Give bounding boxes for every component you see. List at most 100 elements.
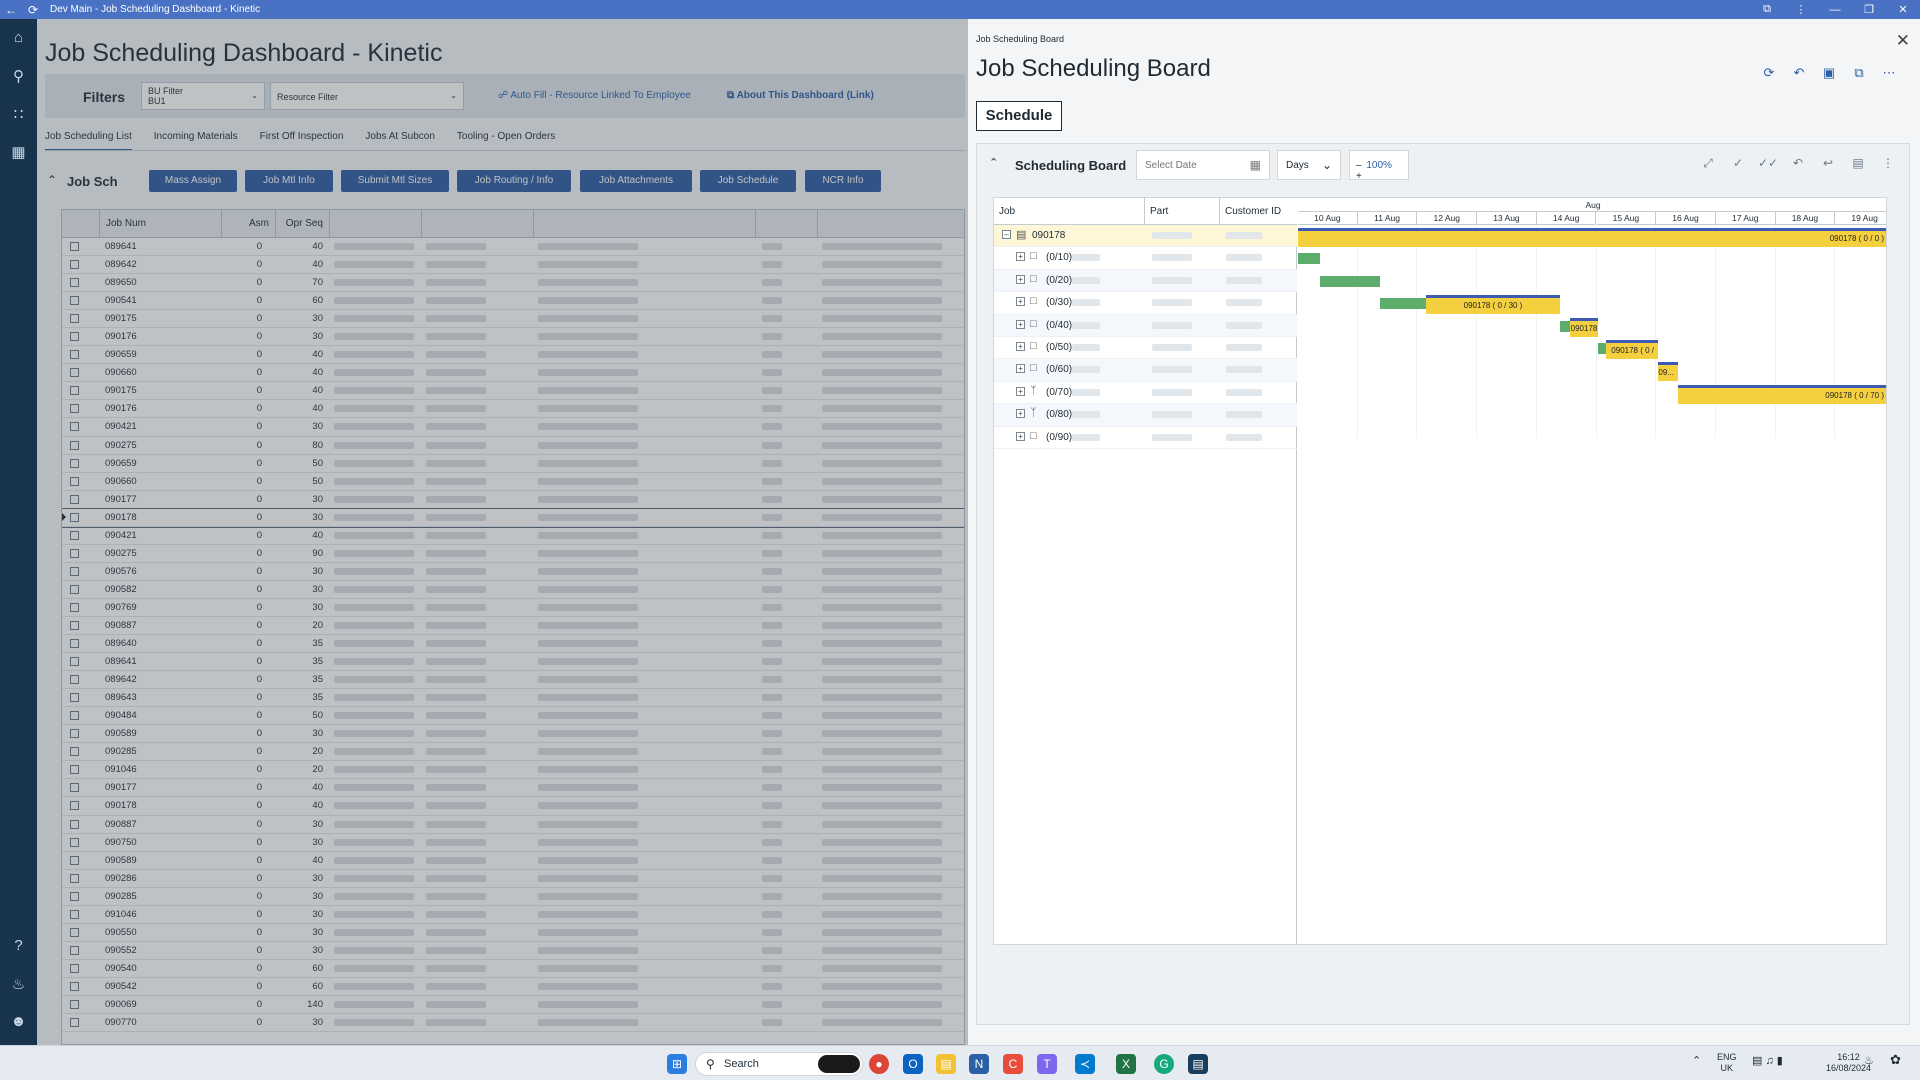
refresh-icon[interactable]: ⟳: [1754, 65, 1784, 81]
job-routing-info-button[interactable]: Job Routing / Info: [457, 170, 571, 192]
row-checkbox[interactable]: [70, 530, 79, 540]
row-checkbox[interactable]: [70, 260, 79, 270]
help-icon[interactable]: ?: [0, 937, 37, 954]
more-vertical-icon[interactable]: ⋮: [1784, 3, 1818, 16]
apps-grid-icon[interactable]: ∷: [0, 105, 37, 123]
row-checkbox[interactable]: [70, 332, 79, 342]
table-row[interactable]: 090175 0 40: [62, 382, 964, 401]
more-vertical-icon[interactable]: ⋮: [1873, 156, 1903, 171]
table-row[interactable]: 090177 0 30: [62, 491, 964, 509]
expand-icon[interactable]: ⤢: [1693, 156, 1723, 171]
copilot-icon[interactable]: ✿: [1890, 1053, 1901, 1066]
job-schedule-button[interactable]: Job Schedule: [700, 170, 796, 192]
kinetic-app-icon[interactable]: ▤: [1188, 1054, 1208, 1074]
table-row[interactable]: 089643 0 35: [62, 689, 964, 708]
collapse-icon[interactable]: –: [1002, 230, 1011, 239]
row-checkbox[interactable]: [70, 657, 79, 667]
table-row[interactable]: 090069 0 140: [62, 996, 964, 1015]
table-row[interactable]: 090421 0 40: [62, 527, 964, 545]
resource-filter-select[interactable]: Resource Filter ⌄: [270, 82, 464, 110]
job-mtl-info-button[interactable]: Job Mtl Info: [245, 170, 333, 192]
table-row[interactable]: 090540 0 60: [62, 960, 964, 978]
search-icon[interactable]: ⚲: [0, 67, 37, 85]
row-checkbox[interactable]: [70, 837, 79, 847]
job-num-header[interactable]: Job Num: [100, 210, 222, 238]
row-checkbox[interactable]: [70, 693, 79, 703]
bu-filter-select[interactable]: BU Filter BU1 ⌄: [141, 82, 265, 110]
copy-icon[interactable]: ⧉: [1844, 65, 1874, 81]
table-row[interactable]: 090177 0 40: [62, 779, 964, 798]
select-column-header[interactable]: [62, 210, 100, 238]
row-checkbox[interactable]: [70, 675, 79, 685]
submit-mtl-sizes-button[interactable]: Submit Mtl Sizes: [341, 170, 449, 192]
notifications-bell-icon[interactable]: ♨: [0, 975, 37, 993]
expand-icon[interactable]: +: [1016, 431, 1025, 441]
op50-green-bar[interactable]: [1598, 343, 1606, 354]
save-icon[interactable]: ▣: [1814, 65, 1844, 81]
table-row[interactable]: 089642 0 40: [62, 256, 964, 275]
table-row[interactable]: 090285 0 20: [62, 743, 964, 762]
row-checkbox[interactable]: [70, 891, 79, 901]
row-checkbox[interactable]: [70, 440, 79, 450]
row-checkbox[interactable]: [70, 458, 79, 468]
table-row[interactable]: 089640 0 35: [62, 635, 964, 654]
tree-row[interactable]: + ᛉ (0/80): [994, 404, 1297, 427]
row-checkbox[interactable]: [70, 963, 79, 973]
table-row[interactable]: 090541 0 60: [62, 292, 964, 311]
expand-icon[interactable]: +: [1016, 364, 1025, 374]
tree-row[interactable]: – ▤ 090178: [994, 225, 1297, 248]
language-indicator[interactable]: ENG UK: [1717, 1052, 1737, 1074]
row-checkbox[interactable]: [70, 819, 79, 829]
table-row[interactable]: 089642 0 35: [62, 671, 964, 690]
table-row[interactable]: 090576 0 30: [62, 563, 964, 581]
table-row[interactable]: 090750 0 30: [62, 834, 964, 852]
tree-row[interactable]: + □ (0/20): [994, 269, 1297, 293]
table-row[interactable]: 089641 0 35: [62, 653, 964, 672]
undo-icon[interactable]: ↶: [1783, 156, 1813, 171]
row-checkbox[interactable]: [70, 711, 79, 721]
op10-bar[interactable]: [1298, 253, 1320, 265]
undo-icon[interactable]: ↶: [1784, 65, 1814, 81]
row-checkbox[interactable]: [70, 566, 79, 576]
customer-id-column-header[interactable]: Customer ID: [1220, 198, 1297, 225]
row-checkbox[interactable]: [70, 602, 79, 612]
schedule-tab[interactable]: Schedule: [976, 101, 1062, 131]
tree-row[interactable]: + □ (0/90): [994, 427, 1297, 449]
op60-bar[interactable]: 09...: [1658, 362, 1678, 382]
tree-row[interactable]: + □ (0/40): [994, 314, 1297, 337]
table-row[interactable]: 090887 0 30: [62, 816, 964, 834]
windows-start-icon[interactable]: ⊞: [667, 1054, 687, 1074]
table-row[interactable]: 090275 0 80: [62, 437, 964, 455]
row-checkbox[interactable]: [70, 422, 79, 432]
table-row[interactable]: 090176 0 40: [62, 400, 964, 419]
blurred-header[interactable]: [422, 210, 534, 238]
row-checkbox[interactable]: [70, 242, 79, 251]
blurred-header[interactable]: [534, 210, 756, 238]
refresh-icon[interactable]: ⟳: [22, 3, 44, 17]
teams-icon[interactable]: T: [1037, 1054, 1057, 1074]
user-account-icon[interactable]: ☻: [0, 1013, 37, 1030]
blurred-header[interactable]: [756, 210, 818, 238]
op20-bar[interactable]: [1320, 275, 1380, 287]
zoom-out-icon[interactable]: –: [1356, 160, 1362, 171]
table-row[interactable]: 090552 0 30: [62, 942, 964, 960]
table-row[interactable]: 090582 0 30: [62, 581, 964, 599]
table-row[interactable]: 090550 0 30: [62, 924, 964, 942]
check-icon[interactable]: ✓: [1723, 156, 1753, 171]
about-dashboard-link[interactable]: ⧉ About This Dashboard (Link): [727, 90, 874, 101]
restore-icon[interactable]: ❐: [1852, 3, 1886, 16]
close-panel-icon[interactable]: ✕: [1896, 31, 1910, 51]
tab-tooling-open-orders[interactable]: Tooling - Open Orders: [457, 131, 555, 151]
notification-bell-icon[interactable]: ♨: [1864, 1056, 1874, 1067]
row-checkbox[interactable]: [70, 855, 79, 865]
table-row[interactable]: 090770 0 30: [62, 1014, 964, 1033]
expand-icon[interactable]: +: [1016, 319, 1025, 329]
row-checkbox[interactable]: [70, 368, 79, 378]
view-mode-select[interactable]: Days ⌄: [1277, 150, 1341, 180]
row-checkbox[interactable]: [70, 801, 79, 811]
row-checkbox[interactable]: [70, 765, 79, 775]
tab-jobs-at-subcon[interactable]: Jobs At Subcon: [365, 131, 435, 151]
table-row[interactable]: 090175 0 30: [62, 310, 964, 329]
parent-bar[interactable]: 090178 ( 0 / 0 ): [1298, 228, 1886, 247]
double-check-icon[interactable]: ✓✓: [1753, 156, 1783, 171]
